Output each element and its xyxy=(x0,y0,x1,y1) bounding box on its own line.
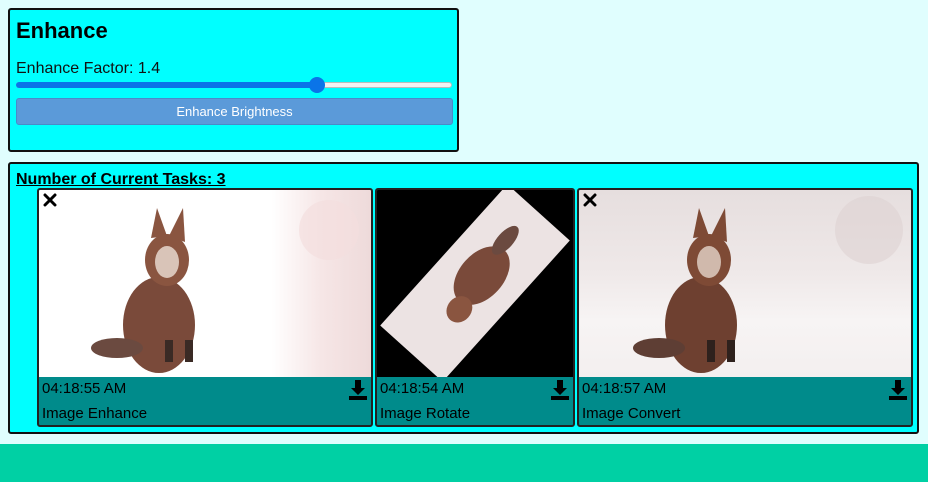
enhance-title: Enhance xyxy=(16,18,108,43)
tasks-count-title: Number of Current Tasks: 3 xyxy=(16,171,226,188)
enhance-factor-label: Enhance Factor: 1.4 xyxy=(16,60,161,77)
task-label: Image Convert xyxy=(582,405,681,422)
enhance-brightness-button[interactable]: Enhance Brightness xyxy=(16,98,453,125)
task-label: Image Enhance xyxy=(42,405,148,422)
task-card-enhance: 04:18:55 AM Image Enhance xyxy=(37,188,373,427)
slider-fill xyxy=(16,82,317,88)
task-time: 04:18:57 AM xyxy=(582,380,667,397)
download-icon[interactable] xyxy=(888,379,908,401)
bottom-bar xyxy=(0,444,928,482)
download-icon[interactable] xyxy=(550,379,570,401)
slider-thumb[interactable] xyxy=(308,77,325,93)
task-label: Image Rotate xyxy=(380,405,471,422)
task-time: 04:18:54 AM xyxy=(380,380,465,397)
task-image-enhance xyxy=(39,190,371,377)
task-image-convert xyxy=(579,190,911,377)
task-card-convert: 04:18:57 AM Image Convert xyxy=(577,188,913,427)
enhance-factor-slider[interactable] xyxy=(16,77,452,93)
close-icon[interactable] xyxy=(43,193,57,207)
tasks-panel: Number of Current Tasks: 3 04:18:55 AM I… xyxy=(8,162,919,434)
close-icon[interactable] xyxy=(583,193,597,207)
task-time: 04:18:55 AM xyxy=(42,380,127,397)
enhance-panel: Enhance Enhance Factor: 1.4 Enhance Brig… xyxy=(8,8,459,152)
task-card-rotate: 04:18:54 AM Image Rotate xyxy=(375,188,575,427)
download-icon[interactable] xyxy=(348,379,368,401)
task-image-rotate xyxy=(377,190,573,377)
